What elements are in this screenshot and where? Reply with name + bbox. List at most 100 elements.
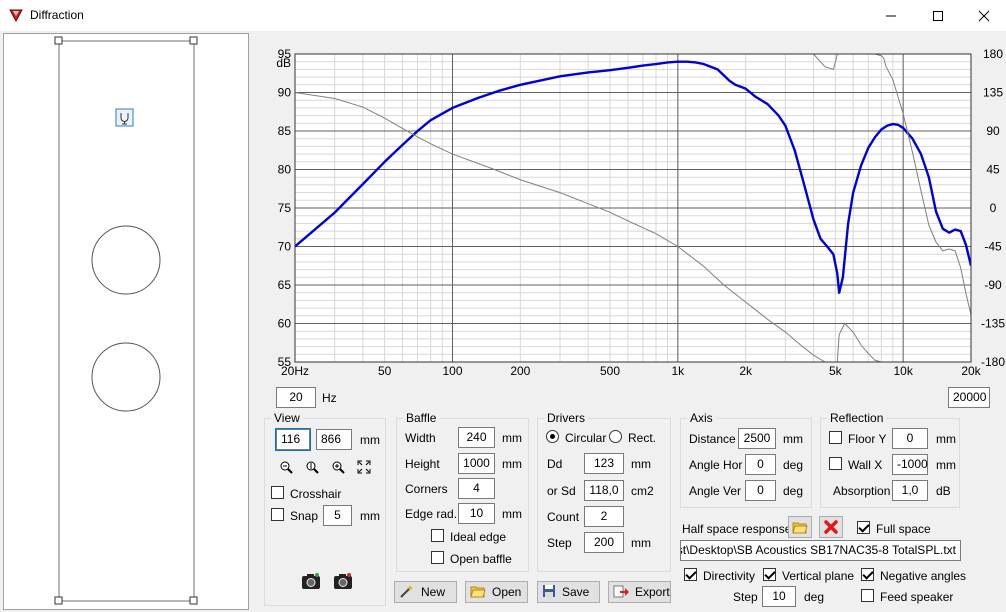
driver-step-input[interactable]: 200: [584, 532, 624, 553]
angle-hor-unit: deg: [783, 458, 804, 472]
full-space-label: Full space: [876, 522, 931, 536]
directivity-checkbox[interactable]: [684, 568, 697, 581]
resize-handle: [54, 36, 63, 45]
y-left-tick-label: 70: [278, 240, 292, 254]
open-button[interactable]: Open: [465, 581, 528, 603]
driver-circle: [91, 225, 161, 295]
y-left-tick-label: 75: [278, 201, 292, 215]
driver-count-input[interactable]: 2: [584, 506, 624, 527]
baffle-group-title: Baffle: [403, 411, 440, 425]
angle-hor-input[interactable]: 0: [745, 454, 776, 475]
freq-to-input[interactable]: 20000: [948, 387, 990, 408]
driver-sd-label: or Sd: [547, 484, 576, 498]
snap-unit-label: mm: [360, 509, 380, 523]
x-tick-label: 50: [378, 364, 392, 378]
half-space-file-path: \Gast\Desktop\SB Acoustics SB17NAC35-8 T…: [680, 543, 956, 557]
driver-count-label: Count: [547, 510, 580, 524]
minimize-button[interactable]: [868, 0, 914, 31]
wall-checkbox[interactable]: [829, 457, 842, 470]
view-y-input[interactable]: 866: [316, 429, 352, 450]
rect-radio[interactable]: [609, 430, 622, 443]
baffle-height-unit: mm: [502, 457, 522, 471]
directivity-step-input[interactable]: 10: [762, 586, 796, 607]
distance-input[interactable]: 2500: [738, 428, 776, 449]
baffle-edge-radius-unit: mm: [502, 507, 522, 521]
y-right-tick-label: 45: [986, 163, 1000, 177]
open-baffle-checkbox[interactable]: [431, 551, 444, 564]
angle-ver-input[interactable]: 0: [745, 480, 776, 501]
zoom-extents-icon[interactable]: [354, 458, 374, 476]
camera-icon[interactable]: [300, 570, 322, 592]
floor-unit: mm: [936, 432, 956, 446]
absorption-label: Absorption: [833, 484, 891, 498]
zoom-in-icon[interactable]: [328, 458, 348, 476]
snap-checkbox[interactable]: [271, 508, 284, 521]
drivers-group-title: Drivers: [544, 411, 588, 425]
freq-from-input[interactable]: 20: [276, 387, 316, 408]
zoom-fit-icon[interactable]: [302, 458, 322, 476]
y-left-tick-label: 60: [278, 317, 292, 331]
resize-handle: [189, 596, 198, 605]
export-button[interactable]: Export: [608, 581, 671, 603]
x-tick-label: 10k: [893, 364, 913, 378]
y-right-tick-label: -135: [981, 317, 1005, 331]
baffle-view-panel[interactable]: [3, 33, 249, 610]
clear-red-x-icon[interactable]: [819, 516, 843, 538]
open-button-label: Open: [492, 585, 522, 599]
frequency-response-chart[interactable]: 95 90 85 80 75 70 65 60 55 dB 180 135 90 45 0 -45 -90 -13…: [258, 35, 1006, 380]
x-tick-label: 500: [600, 364, 620, 378]
full-space-checkbox[interactable]: [857, 521, 870, 534]
baffle-height-label: Height: [405, 457, 440, 471]
new-button-label: New: [421, 585, 446, 599]
baffle-height-input[interactable]: 1000: [458, 453, 495, 474]
distance-label: Distance: [689, 432, 736, 446]
resize-handle: [54, 596, 63, 605]
floor-checkbox[interactable]: [829, 431, 842, 444]
crosshair-checkbox[interactable]: [271, 486, 284, 499]
feed-speaker-checkbox[interactable]: [861, 589, 874, 602]
baffle-corners-input[interactable]: 4: [458, 478, 495, 499]
half-space-label: Half space response: [682, 522, 792, 536]
floor-input[interactable]: 0: [892, 428, 928, 449]
baffle-edge-radius-input[interactable]: 10: [458, 503, 495, 524]
ideal-edge-checkbox[interactable]: [431, 529, 444, 542]
vertical-plane-checkbox[interactable]: [763, 568, 776, 581]
driver-dd-input[interactable]: 123: [584, 453, 624, 474]
driver-sd-unit: cm2: [631, 484, 654, 498]
camera-snapshot-icon[interactable]: [332, 570, 354, 592]
driver-step-unit: mm: [631, 536, 651, 550]
feed-speaker-label: Feed speaker: [880, 590, 954, 604]
wall-input[interactable]: -1000: [892, 454, 928, 475]
half-space-file-input[interactable]: \Gast\Desktop\SB Acoustics SB17NAC35-8 T…: [680, 540, 961, 561]
zoom-out-icon[interactable]: [276, 458, 296, 476]
axis-group-title: Axis: [687, 411, 716, 425]
x-tick-label: 20k: [961, 364, 981, 378]
y-right-tick-label: -90: [984, 278, 1002, 292]
new-button[interactable]: New: [394, 581, 457, 603]
baffle-width-label: Width: [405, 431, 436, 445]
wall-label: Wall X: [848, 458, 883, 472]
vertical-plane-label: Vertical plane: [782, 569, 855, 583]
maximize-button[interactable]: [915, 0, 961, 31]
baffle-drawing[interactable]: [4, 34, 250, 611]
y-right-tick-label: -45: [984, 240, 1002, 254]
wall-unit: mm: [936, 458, 956, 472]
folder-icon: [470, 584, 486, 601]
absorption-input[interactable]: 1,0: [892, 480, 928, 501]
close-button[interactable]: [961, 0, 1006, 31]
hz-label: Hz: [322, 391, 337, 405]
open-folder-icon[interactable]: [788, 516, 812, 538]
negative-angles-checkbox[interactable]: [861, 568, 874, 581]
driver-dd-unit: mm: [631, 457, 651, 471]
circular-radio[interactable]: [546, 430, 559, 443]
angle-ver-label: Angle Ver: [689, 484, 742, 498]
app-logo-icon: [9, 8, 23, 25]
save-button[interactable]: Save: [537, 581, 600, 603]
snap-input[interactable]: 5: [323, 505, 352, 526]
driver-circle: [91, 342, 161, 412]
reflection-group-title: Reflection: [827, 411, 887, 425]
driver-sd-input[interactable]: 118,0: [584, 480, 624, 501]
view-x-input[interactable]: 116: [275, 428, 311, 451]
export-button-label: Export: [635, 585, 670, 599]
baffle-width-input[interactable]: 240: [458, 427, 495, 448]
